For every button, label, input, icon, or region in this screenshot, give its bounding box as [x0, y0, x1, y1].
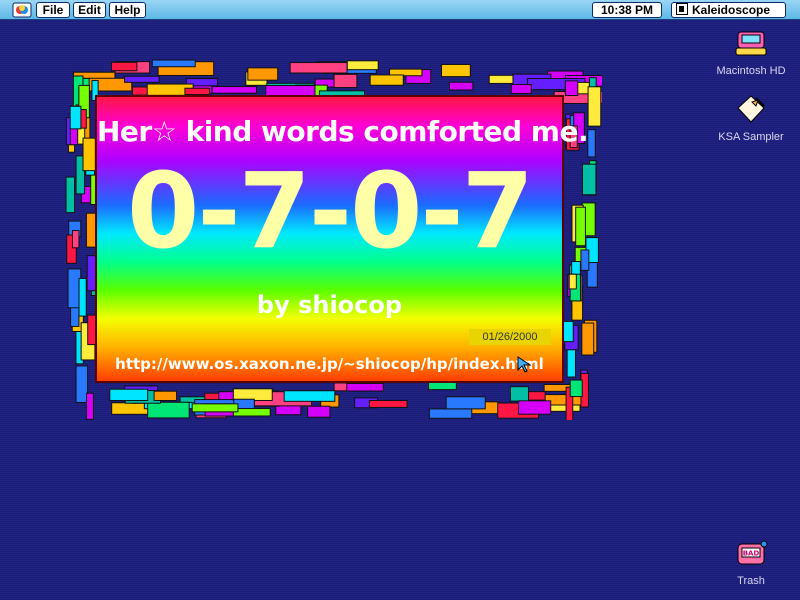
artwork-byline: by shiocop	[256, 291, 403, 319]
frame-block	[82, 137, 96, 172]
frame-block	[153, 390, 178, 401]
frame-block	[564, 80, 579, 97]
application-icon	[676, 2, 688, 18]
menu-edit[interactable]: Edit	[73, 2, 106, 18]
menu-bar: File Edit Help 10:38 PM Kaleidoscope	[0, 0, 800, 20]
desktop-icon-label: Trash	[737, 575, 765, 587]
frame-block	[111, 402, 149, 415]
frame-block	[289, 62, 348, 74]
frame-block	[86, 255, 97, 292]
frame-block	[151, 59, 196, 68]
frame-block	[445, 396, 486, 410]
frame-block	[85, 392, 94, 420]
frame-block	[368, 400, 408, 408]
frame-block	[184, 87, 211, 96]
menu-clock[interactable]: 10:38 PM	[592, 2, 662, 18]
menu-help[interactable]: Help	[109, 2, 146, 18]
frame-block	[509, 386, 530, 402]
desktop-icon-label: Macintosh HD	[716, 65, 786, 77]
rainbow-panel: Her☆ kind words comforted me. 0-7-0-7 by…	[95, 95, 589, 383]
frame-block	[211, 86, 258, 94]
frame-block	[71, 230, 80, 249]
ksa-sampler-icon	[734, 95, 768, 128]
desktop-icon-ksa-sampler[interactable]: KSA Sampler	[711, 94, 791, 143]
frame-block	[581, 163, 597, 196]
frame-block	[441, 63, 471, 78]
frame-block	[581, 322, 595, 356]
frame-block	[562, 320, 574, 343]
frame-block	[587, 129, 596, 158]
frame-block	[191, 403, 239, 413]
frame-block	[517, 400, 552, 415]
artwork-url: http://www.os.xaxon.ne.jp/~shiocop/hp/in…	[115, 355, 544, 373]
frame-block	[65, 176, 76, 214]
trash-icon: BAD	[734, 540, 768, 572]
frame-block	[283, 390, 336, 402]
desktop-icon-macintosh-hd[interactable]: Macintosh HD	[711, 30, 791, 77]
desktop-icon-label: KSA Sampler	[718, 131, 784, 143]
frame-block	[568, 273, 577, 290]
artwork-big-number: 0-7-0-7	[127, 150, 534, 272]
svg-text:BAD: BAD	[743, 550, 760, 558]
frame-block	[346, 382, 384, 392]
frame-block	[428, 381, 457, 391]
frame-block	[575, 206, 586, 247]
frame-block	[307, 405, 331, 418]
desktop-icon-trash[interactable]: BAD Trash	[711, 540, 791, 587]
frame-block	[247, 67, 279, 81]
frame-block	[510, 84, 532, 94]
frame-block	[110, 61, 138, 72]
frame-block	[69, 105, 82, 130]
frame-block	[587, 86, 602, 127]
apple-menu-icon[interactable]	[8, 2, 36, 18]
frame-block	[78, 277, 87, 317]
mouse-pointer-icon	[517, 356, 533, 379]
application-menu[interactable]: Kaleidoscope	[671, 2, 786, 18]
frame-block	[124, 75, 160, 83]
artwork-headline: Her☆ kind words comforted me.	[97, 115, 589, 148]
menu-file[interactable]: File	[36, 2, 70, 18]
frame-block	[448, 81, 474, 91]
frame-block	[109, 388, 149, 402]
application-name: Kaleidoscope	[692, 3, 771, 17]
frame-block	[569, 379, 583, 398]
frame-block	[369, 74, 404, 86]
frame-block	[265, 85, 316, 97]
frame-block	[147, 401, 190, 419]
hard-drive-icon	[734, 31, 768, 62]
frame-block	[580, 249, 590, 271]
kaleidoscope-artwork: Her☆ kind words comforted me. 0-7-0-7 by…	[62, 56, 602, 420]
frame-block	[346, 60, 379, 71]
artwork-date: 01/26/2000	[469, 329, 551, 345]
frame-block	[75, 365, 89, 403]
frame-block	[333, 73, 358, 89]
frame-block	[428, 408, 473, 419]
